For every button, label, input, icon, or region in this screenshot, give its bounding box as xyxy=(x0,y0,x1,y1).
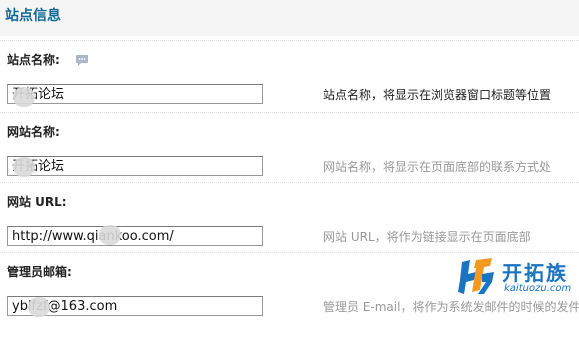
field-row-website-url: 网站 URL: http://www.qiankoo.com/ 网站 URL，将… xyxy=(0,182,579,253)
watermark-logo: 开拓族 kaituozu.com xyxy=(456,254,579,298)
website-name-label: 网站名称: xyxy=(7,125,60,139)
field-row-website-name: 网站名称: 开拓论坛 网站名称，将显示在页面底部的联系方式处 xyxy=(0,112,579,183)
site-name-input[interactable]: 开拓论坛 xyxy=(7,84,263,104)
site-name-hint: 站点名称，将显示在浏览器窗口标题等位置 xyxy=(323,88,552,102)
website-url-hint: 网站 URL，将作为链接显示在页面底部 xyxy=(323,230,531,244)
site-name-label: 站点名称: xyxy=(7,53,60,67)
section-header: 站点信息 xyxy=(0,0,579,36)
watermark-domain: kaituozu.com xyxy=(504,283,572,294)
admin-email-label: 管理员邮箱: xyxy=(7,265,72,279)
website-name-hint: 网站名称，将显示在页面底部的联系方式处 xyxy=(323,160,552,174)
admin-email-hint: 管理员 E-mail，将作为系统发邮件的时候的发件 xyxy=(323,300,579,314)
watermark-logo-icon xyxy=(458,258,494,294)
redaction-blur xyxy=(99,225,121,245)
watermark-name: 开拓族 xyxy=(502,261,568,285)
help-icon[interactable] xyxy=(75,52,89,66)
redaction-blur xyxy=(13,87,35,107)
field-row-site-name: 站点名称: 开拓论坛 站点名称，将显示在浏览器窗口标题等位置 xyxy=(0,40,579,113)
redaction-blur xyxy=(13,157,35,177)
website-name-input[interactable]: 开拓论坛 xyxy=(7,156,263,176)
website-url-input[interactable]: http://www.qiankoo.com/ xyxy=(7,226,263,246)
redaction-blur xyxy=(28,297,50,317)
website-url-label: 网站 URL: xyxy=(7,195,67,209)
section-title: 站点信息 xyxy=(5,8,61,24)
